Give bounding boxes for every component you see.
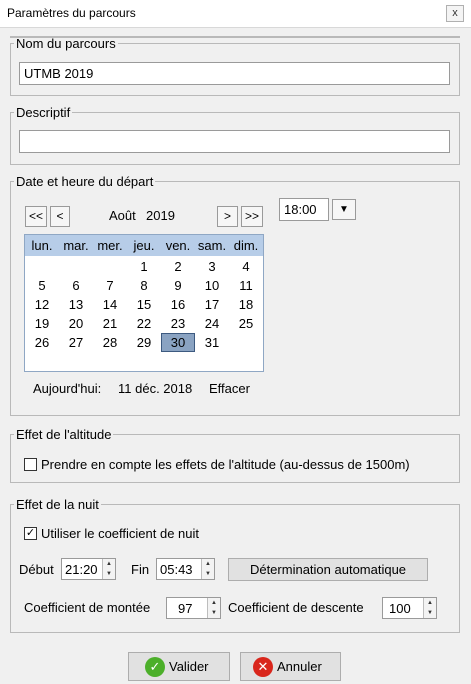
- calendar-grid: lun. mar. mer. jeu. ven. sam. dim. 1 2 3 4 5 6 7 8 9 10…: [24, 234, 264, 372]
- altitude-checkbox-label[interactable]: Prendre en compte les effets de l'altitu…: [41, 457, 410, 472]
- debut-spinner[interactable]: 21:20 ▲ ▼: [61, 558, 116, 580]
- calendar-day[interactable]: 1: [127, 257, 161, 276]
- calendar-day[interactable]: 10: [195, 276, 229, 295]
- calendar-day[interactable]: 28: [93, 333, 127, 352]
- descente-spinner[interactable]: 100 ▲ ▼: [382, 597, 437, 619]
- descente-spin-arrows-icon[interactable]: ▲ ▼: [423, 598, 436, 618]
- calendar-day[interactable]: 29: [127, 333, 161, 352]
- calendar-day[interactable]: 24: [195, 314, 229, 333]
- calendar-day[interactable]: 7: [93, 276, 127, 295]
- calendar-day[interactable]: 20: [59, 314, 93, 333]
- clear-link[interactable]: Effacer: [209, 381, 250, 396]
- group-descriptif-legend: Descriptif: [16, 105, 71, 120]
- calendar-day[interactable]: 19: [25, 314, 59, 333]
- weekday-header-cell: lun.: [31, 238, 53, 253]
- group-nom-legend: Nom du parcours: [16, 36, 116, 51]
- nom-input[interactable]: UTMB 2019: [19, 62, 450, 85]
- calendar-day[interactable]: 15: [127, 295, 161, 314]
- debut-value[interactable]: 21:20: [65, 562, 98, 577]
- calendar-day[interactable]: 4: [229, 257, 263, 276]
- checkmark-icon: ✓: [25, 527, 36, 539]
- prev-year-button[interactable]: <<: [25, 206, 47, 227]
- weekday-header-cell: dim.: [233, 238, 259, 253]
- time-input[interactable]: 18:00: [279, 198, 329, 221]
- window-title: Paramètres du parcours: [7, 6, 136, 20]
- time-dropdown-button[interactable]: ▼: [332, 199, 356, 220]
- weekday-header-cell: sam.: [197, 238, 227, 253]
- calendar-day[interactable]: 18: [229, 295, 263, 314]
- calendar-day[interactable]: 8: [127, 276, 161, 295]
- nuit-checkbox[interactable]: ✓: [24, 527, 37, 540]
- calendar-day[interactable]: 14: [93, 295, 127, 314]
- close-button[interactable]: x: [446, 5, 464, 22]
- montee-spinner[interactable]: 97 ▲ ▼: [166, 597, 221, 619]
- calendar-day[interactable]: 23: [161, 314, 195, 333]
- calendar-day-selected[interactable]: 30: [161, 333, 195, 352]
- weekday-header-cell: ven.: [165, 238, 191, 253]
- group-altitude-legend: Effet de l'altitude: [16, 427, 112, 442]
- calendar-day[interactable]: 17: [195, 295, 229, 314]
- next-month-button[interactable]: >: [217, 206, 238, 227]
- cancel-button-label: Annuler: [277, 659, 322, 674]
- fin-spinner[interactable]: 05:43 ▲ ▼: [156, 558, 215, 580]
- today-value[interactable]: 11 déc. 2018: [118, 381, 192, 396]
- calendar-day[interactable]: 11: [229, 276, 263, 295]
- auto-determination-button[interactable]: Détermination automatique: [228, 558, 428, 581]
- calendar-day[interactable]: 13: [59, 295, 93, 314]
- calendar-day[interactable]: 25: [229, 314, 263, 333]
- title-bar: Paramètres du parcours x: [0, 0, 471, 28]
- descente-label: Coefficient de descente: [228, 600, 364, 615]
- fin-label: Fin: [131, 562, 150, 577]
- debut-label: Début: [19, 562, 54, 577]
- ok-button-label: Valider: [169, 659, 209, 674]
- fin-value[interactable]: 05:43: [160, 562, 193, 577]
- montee-label: Coefficient de montée: [24, 600, 151, 615]
- weekday-header-cell: jeu.: [133, 238, 155, 253]
- descente-value[interactable]: 100: [389, 601, 411, 616]
- debut-spin-arrows-icon[interactable]: ▲ ▼: [102, 559, 115, 579]
- calendar-day[interactable]: 27: [59, 333, 93, 352]
- nuit-checkbox-label[interactable]: Utiliser le coefficient de nuit: [41, 526, 199, 541]
- calendar-day[interactable]: 16: [161, 295, 195, 314]
- group-depart-legend: Date et heure du départ: [16, 174, 154, 189]
- calendar-day[interactable]: 12: [25, 295, 59, 314]
- calendar-weekday-header: lun. mar. mer. jeu. ven. sam. dim.: [25, 235, 263, 256]
- calendar-day[interactable]: 2: [161, 257, 195, 276]
- calendar-day[interactable]: 6: [59, 276, 93, 295]
- montee-spin-arrows-icon[interactable]: ▲ ▼: [207, 598, 220, 618]
- calendar-year: 2019: [146, 208, 175, 223]
- calendar-day[interactable]: 31: [195, 333, 229, 352]
- calendar-month: Août: [109, 208, 136, 223]
- calendar-day[interactable]: 3: [195, 257, 229, 276]
- today-label: Aujourd'hui:: [33, 381, 102, 396]
- group-nuit-legend: Effet de la nuit: [16, 497, 99, 512]
- ok-button[interactable]: ✓ Valider: [128, 652, 230, 681]
- cancel-button[interactable]: ✕ Annuler: [240, 652, 341, 681]
- check-icon: ✓: [145, 657, 165, 677]
- calendar-day[interactable]: 9: [161, 276, 195, 295]
- calendar-day[interactable]: 5: [25, 276, 59, 295]
- weekday-header-cell: mer.: [97, 238, 123, 253]
- weekday-header-cell: mar.: [63, 238, 89, 253]
- group-altitude: Effet de l'altitude: [10, 427, 460, 483]
- altitude-checkbox[interactable]: [24, 458, 37, 471]
- calendar-day[interactable]: 21: [93, 314, 127, 333]
- next-year-button[interactable]: >>: [241, 206, 263, 227]
- fin-spin-arrows-icon[interactable]: ▲ ▼: [201, 559, 214, 579]
- montee-value[interactable]: 97: [178, 601, 192, 616]
- calendar-day[interactable]: 26: [25, 333, 59, 352]
- prev-month-button[interactable]: <: [50, 206, 70, 227]
- cross-icon: ✕: [253, 657, 273, 677]
- calendar-day[interactable]: 22: [127, 314, 161, 333]
- descriptif-input[interactable]: [19, 130, 450, 153]
